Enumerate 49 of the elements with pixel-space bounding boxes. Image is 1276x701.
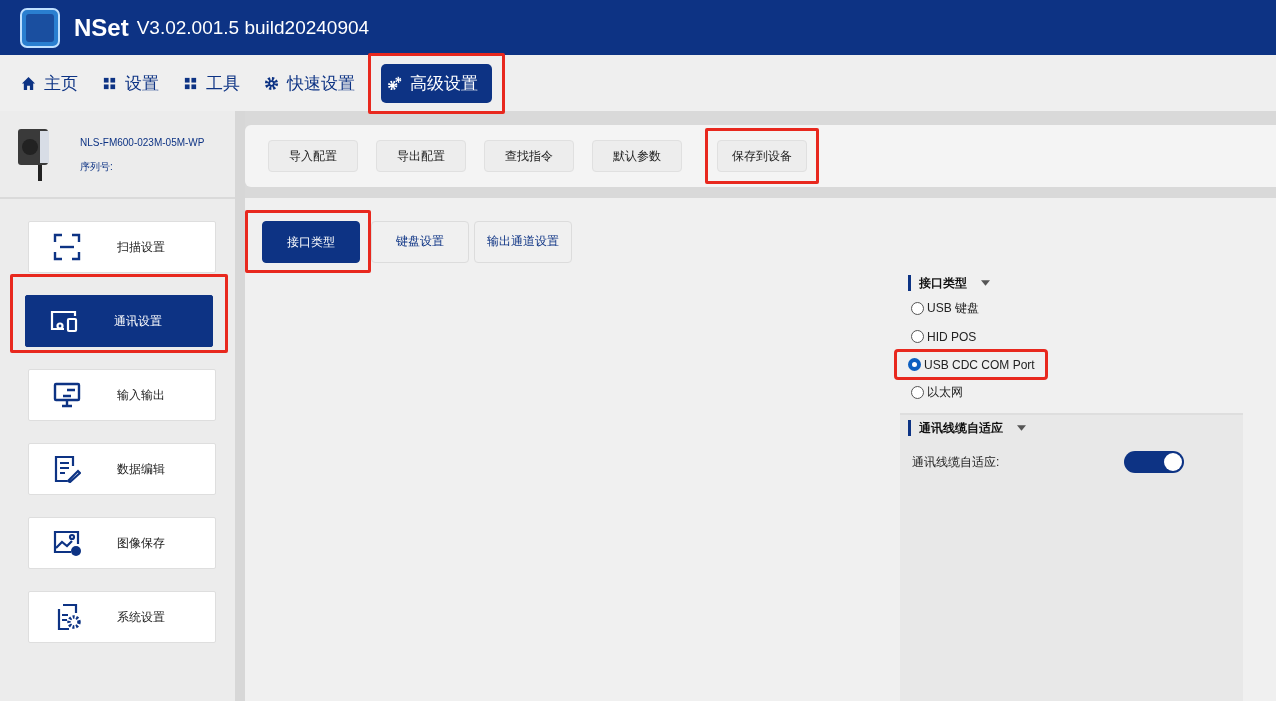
sidebar-item[interactable]: 扫描设置 — [28, 221, 216, 273]
sidebar-item[interactable]: 图像保存 — [28, 517, 216, 569]
grid-icon — [183, 75, 198, 91]
toolbar-button[interactable]: 保存到设备 — [717, 140, 807, 172]
nav-tab[interactable]: 设置 — [98, 63, 163, 103]
radio-button[interactable] — [911, 302, 924, 315]
nav-tab[interactable]: 高级设置 — [381, 63, 492, 103]
toolbar-button[interactable]: 查找指令 — [484, 140, 574, 172]
device-model: NLS-FM600-023M-05M-WP — [80, 136, 205, 148]
radio-button[interactable] — [911, 330, 924, 343]
tab[interactable]: 输出通道设置 — [474, 220, 572, 263]
sidebar-item[interactable]: 系统设置 — [28, 591, 216, 643]
sidebar-item[interactable]: 数据编辑 — [28, 443, 216, 495]
radio-button[interactable] — [911, 386, 924, 399]
serial-label: 序列号: — [80, 159, 114, 174]
toolbar-button[interactable]: 导出配置 — [376, 140, 466, 172]
setting-label: 通讯线缆自适应: — [912, 453, 1001, 471]
radio-option[interactable]: USB 键盘 — [911, 296, 979, 321]
section-marker — [908, 420, 911, 436]
app-version: V3.02.001.5 build20240904 — [136, 16, 370, 39]
section-title: 通讯线缆自适应 — [919, 419, 1003, 437]
document-edit-icon — [53, 455, 81, 483]
radio-button[interactable] — [908, 358, 921, 371]
app-logo-icon — [20, 7, 60, 48]
home-icon — [21, 75, 36, 91]
radio-option[interactable]: HID POS — [911, 324, 977, 349]
toolbar-button[interactable]: 导入配置 — [268, 140, 358, 172]
tab[interactable]: 接口类型 — [262, 221, 360, 263]
radio-option[interactable]: 以太网 — [911, 380, 963, 405]
toggle-switch[interactable] — [1124, 451, 1184, 473]
gears-icon — [387, 75, 402, 91]
toolbar-button[interactable]: 默认参数 — [592, 140, 682, 172]
sidebar-item[interactable]: 通讯设置 — [25, 295, 213, 347]
section-title: 接口类型 — [919, 274, 967, 292]
nav-tab[interactable]: 快速设置 — [260, 63, 359, 103]
radio-option[interactable]: USB CDC COM Port — [908, 352, 1035, 377]
grid-icon — [102, 75, 117, 91]
caret-icon[interactable] — [981, 280, 990, 286]
tab[interactable]: 键盘设置 — [371, 220, 469, 263]
scan-icon — [53, 233, 81, 261]
caret-icon[interactable] — [1017, 425, 1026, 431]
nav-tab[interactable]: 主页 — [17, 63, 82, 103]
settings-icon — [264, 75, 279, 91]
nav-tab[interactable]: 工具 — [179, 63, 244, 103]
sidebar-item[interactable]: 输入输出 — [28, 369, 216, 421]
section-marker — [908, 275, 911, 291]
app-name: NSet — [74, 13, 129, 42]
image-icon — [53, 529, 81, 557]
monitor-icon — [53, 381, 81, 409]
